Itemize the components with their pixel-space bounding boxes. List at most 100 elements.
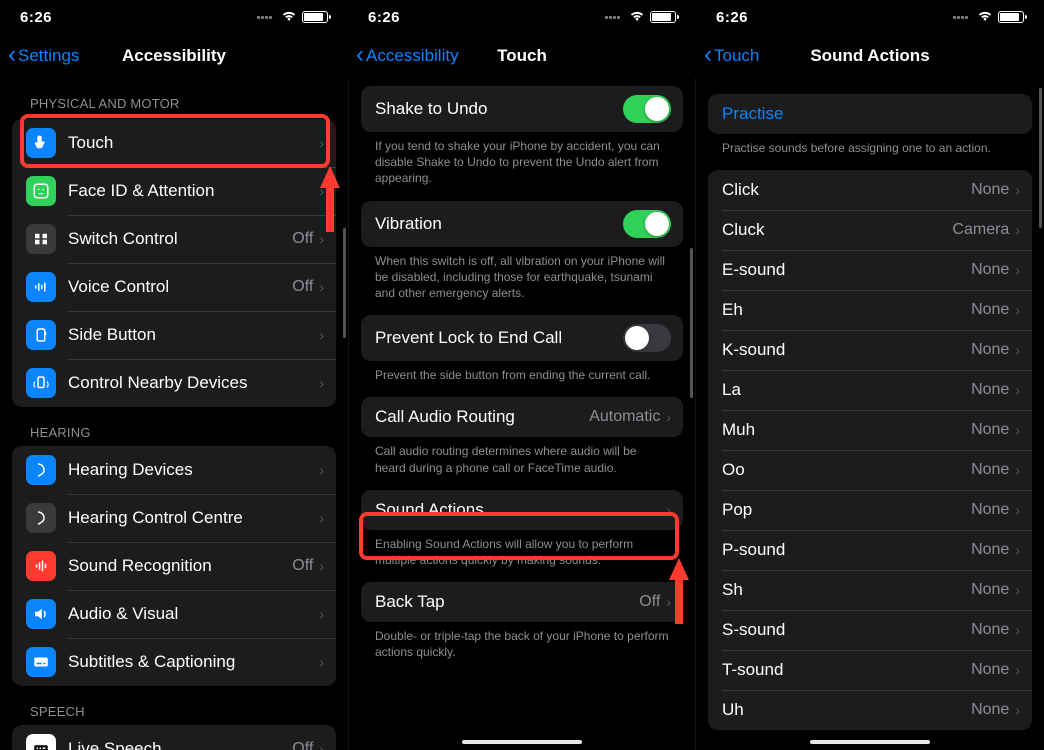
row-sound[interactable]: T-soundNone› [708, 650, 1032, 690]
row-label: Hearing Devices [68, 460, 319, 480]
wifi-icon [976, 9, 994, 26]
keyboard-icon [26, 734, 56, 750]
row-prevent-lock[interactable]: Prevent Lock to End Call [361, 315, 683, 361]
row-label: Back Tap [375, 592, 639, 612]
chevron-right-icon: › [1015, 662, 1020, 678]
group-shake: Shake to Undo [361, 86, 683, 132]
row-sound[interactable]: PopNone› [708, 490, 1032, 530]
wifi-icon [280, 9, 298, 26]
row-value: Off [292, 557, 313, 575]
chevron-right-icon: › [666, 594, 671, 610]
chevron-right-icon: › [1015, 542, 1020, 558]
row-sound[interactable]: K-soundNone› [708, 330, 1032, 370]
chevron-left-icon: ‹ [356, 43, 364, 67]
group-practise: Practise [708, 94, 1032, 134]
group-physical: Touch › Face ID & Attention › Switch Con… [12, 119, 336, 407]
row-label: S-sound [722, 620, 971, 640]
row-practise[interactable]: Practise [708, 94, 1032, 134]
row-sound[interactable]: S-soundNone› [708, 610, 1032, 650]
home-indicator[interactable] [810, 740, 930, 744]
chevron-right-icon: › [319, 558, 324, 574]
row-nearby[interactable]: Control Nearby Devices › [12, 359, 336, 407]
nav-bar: ‹ Accessibility Touch [348, 34, 696, 78]
chevron-right-icon: › [1015, 382, 1020, 398]
scrollbar-thumb[interactable] [690, 248, 693, 398]
cellular-icon [257, 16, 272, 19]
group-vibration: Vibration [361, 201, 683, 247]
status-bar: 6:26 [0, 0, 348, 34]
toggle-vibration[interactable] [623, 210, 671, 238]
row-sound[interactable]: EhNone› [708, 290, 1032, 330]
battery-icon [998, 11, 1024, 23]
row-sound[interactable]: ShNone› [708, 570, 1032, 610]
group-prevent-lock: Prevent Lock to End Call [361, 315, 683, 361]
row-shake-undo[interactable]: Shake to Undo [361, 86, 683, 132]
chevron-right-icon: › [666, 409, 671, 425]
row-value: Off [292, 230, 313, 248]
back-label: Touch [714, 46, 759, 66]
back-button[interactable]: ‹ Accessibility [356, 45, 459, 67]
row-label: Oo [722, 460, 971, 480]
row-sound-recognition[interactable]: Sound Recognition Off › [12, 542, 336, 590]
row-vibration[interactable]: Vibration [361, 201, 683, 247]
row-side-button[interactable]: Side Button › [12, 311, 336, 359]
row-switch-control[interactable]: Switch Control Off › [12, 215, 336, 263]
row-sound[interactable]: OoNone› [708, 450, 1032, 490]
toggle-prevent-lock[interactable] [623, 324, 671, 352]
status-time: 6:26 [716, 9, 748, 26]
row-label: Vibration [375, 214, 623, 234]
row-value: None [971, 621, 1009, 639]
row-voice-control[interactable]: Voice Control Off › [12, 263, 336, 311]
back-button[interactable]: ‹ Touch [704, 45, 759, 67]
row-value: None [971, 461, 1009, 479]
note-vibration: When this switch is off, all vibration o… [349, 247, 695, 316]
row-sound[interactable]: LaNone› [708, 370, 1032, 410]
row-hearing-cc[interactable]: Hearing Control Centre › [12, 494, 336, 542]
row-sound[interactable]: CluckCamera› [708, 210, 1032, 250]
touch-screen: 6:26 ‹ Accessibility Touch Shake to Undo [348, 0, 696, 750]
battery-icon [650, 11, 676, 23]
accessibility-screen: 6:26 ‹ Settings Accessibility PHYSICAL A… [0, 0, 348, 750]
subtitle-icon [26, 647, 56, 677]
row-value: None [971, 581, 1009, 599]
chevron-right-icon: › [1015, 222, 1020, 238]
chevron-right-icon: › [1015, 582, 1020, 598]
row-label: Shake to Undo [375, 99, 623, 119]
row-value: None [971, 421, 1009, 439]
row-hearing-devices[interactable]: Hearing Devices › [12, 446, 336, 494]
chevron-right-icon: › [666, 502, 671, 518]
row-sound-actions[interactable]: Sound Actions › [361, 490, 683, 530]
scrollbar-thumb[interactable] [343, 228, 346, 338]
row-audio-visual[interactable]: Audio & Visual › [12, 590, 336, 638]
row-back-tap[interactable]: Back Tap Off › [361, 582, 683, 622]
section-speech-header: SPEECH [0, 686, 348, 725]
chevron-right-icon: › [1015, 342, 1020, 358]
toggle-shake[interactable] [623, 95, 671, 123]
back-button[interactable]: ‹ Settings [8, 45, 79, 67]
row-sound[interactable]: MuhNone› [708, 410, 1032, 450]
row-sound[interactable]: UhNone› [708, 690, 1032, 730]
row-label: Sound Actions [375, 500, 666, 520]
note-audio-routing: Call audio routing determines where audi… [349, 437, 695, 489]
faceid-icon [26, 176, 56, 206]
row-value: None [971, 301, 1009, 319]
row-label: K-sound [722, 340, 971, 360]
row-subtitles[interactable]: Subtitles & Captioning › [12, 638, 336, 686]
row-faceid[interactable]: Face ID & Attention › [12, 167, 336, 215]
scrollbar-thumb[interactable] [1039, 88, 1042, 228]
row-live-speech[interactable]: Live Speech Off › [12, 725, 336, 750]
chevron-right-icon: › [1015, 262, 1020, 278]
row-touch[interactable]: Touch › [12, 119, 336, 167]
home-indicator[interactable] [462, 740, 582, 744]
row-sound[interactable]: ClickNone› [708, 170, 1032, 210]
row-sound[interactable]: E-soundNone› [708, 250, 1032, 290]
row-label: Face ID & Attention [68, 181, 319, 201]
chevron-right-icon: › [1015, 302, 1020, 318]
row-sound[interactable]: P-soundNone› [708, 530, 1032, 570]
row-label: Pop [722, 500, 971, 520]
row-audio-routing[interactable]: Call Audio Routing Automatic › [361, 397, 683, 437]
row-label: Cluck [722, 220, 952, 240]
row-value: None [971, 661, 1009, 679]
row-value: Off [292, 740, 313, 750]
voice-icon [26, 272, 56, 302]
